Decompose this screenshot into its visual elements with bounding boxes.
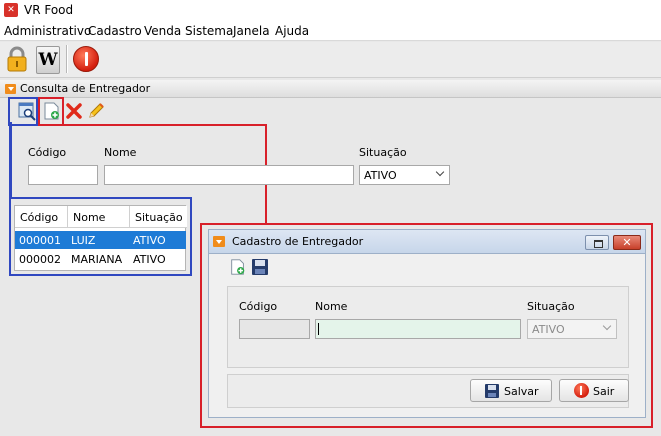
nome-label: Nome xyxy=(315,300,348,313)
nome-filter-input[interactable] xyxy=(104,165,354,185)
cadastro-dialog-header: Cadastro de Entregador ✕ xyxy=(209,230,645,254)
text-cursor xyxy=(318,323,319,335)
salvar-label: Salvar xyxy=(504,385,539,398)
nome-field[interactable] xyxy=(315,319,521,339)
menu-bar: Administrativo Cadastro Venda Sistema Ja… xyxy=(0,21,661,41)
edit-icon[interactable] xyxy=(86,101,106,121)
codigo-label: Código xyxy=(239,300,278,313)
menu-cadastro[interactable]: Cadastro xyxy=(88,24,142,38)
chevron-down-icon xyxy=(602,321,612,331)
title-bar: ✕ VR Food xyxy=(0,0,661,21)
cadastro-dialog: Cadastro de Entregador ✕ Código Nome Sit… xyxy=(208,229,646,418)
sair-button[interactable]: Sair xyxy=(559,379,629,402)
frame-menu-icon[interactable] xyxy=(5,84,16,94)
consulta-frame-header: Consulta de Entregador xyxy=(0,80,661,98)
grid-highlight-box xyxy=(9,197,192,276)
situacao-filter-value: ATIVO xyxy=(364,169,397,182)
main-toolbar xyxy=(0,42,661,78)
chevron-down-icon xyxy=(435,167,445,177)
codigo-label: Código xyxy=(28,146,67,159)
cadastro-button-panel: Salvar Sair xyxy=(227,374,629,408)
menu-janela[interactable]: Janela xyxy=(233,24,270,38)
save-icon xyxy=(485,384,499,398)
situacao-label: Situação xyxy=(527,300,575,313)
toolbar-separator xyxy=(66,45,68,73)
codigo-filter-input[interactable] xyxy=(28,165,98,185)
codigo-field xyxy=(239,319,310,339)
frame-menu-icon[interactable] xyxy=(213,236,225,247)
situacao-value: ATIVO xyxy=(532,323,565,336)
sair-label: Sair xyxy=(593,385,615,398)
restore-button[interactable] xyxy=(585,235,609,250)
situacao-label: Situação xyxy=(359,146,407,159)
cadastro-form-panel: Código Nome Situação ATIVO xyxy=(227,286,629,368)
menu-venda[interactable]: Venda xyxy=(144,24,181,38)
delete-icon[interactable] xyxy=(64,101,84,121)
situacao-filter-select[interactable]: ATIVO xyxy=(359,165,450,185)
menu-sistema[interactable]: Sistema xyxy=(185,24,233,38)
save-icon[interactable] xyxy=(251,258,269,276)
red-connector-h xyxy=(63,124,267,126)
menu-ajuda[interactable]: Ajuda xyxy=(275,24,309,38)
blue-connector xyxy=(9,122,12,199)
add-highlight-box xyxy=(38,97,64,126)
consulta-title: Consulta de Entregador xyxy=(20,82,151,95)
w-button[interactable]: W xyxy=(36,46,60,74)
search-highlight-box xyxy=(8,97,38,126)
power-icon[interactable] xyxy=(73,46,99,72)
nome-label: Nome xyxy=(104,146,137,159)
menu-administrativo[interactable]: Administrativo xyxy=(4,24,91,38)
situacao-select[interactable]: ATIVO xyxy=(527,319,617,339)
exit-icon xyxy=(574,383,589,398)
add-document-icon[interactable] xyxy=(229,258,247,276)
app-title: VR Food xyxy=(24,3,74,17)
salvar-button[interactable]: Salvar xyxy=(470,379,552,402)
cadastro-title: Cadastro de Entregador xyxy=(232,235,364,248)
close-button[interactable]: ✕ xyxy=(613,235,641,250)
lock-icon[interactable] xyxy=(6,46,28,72)
restaurant-icon: ✕ xyxy=(4,3,18,17)
